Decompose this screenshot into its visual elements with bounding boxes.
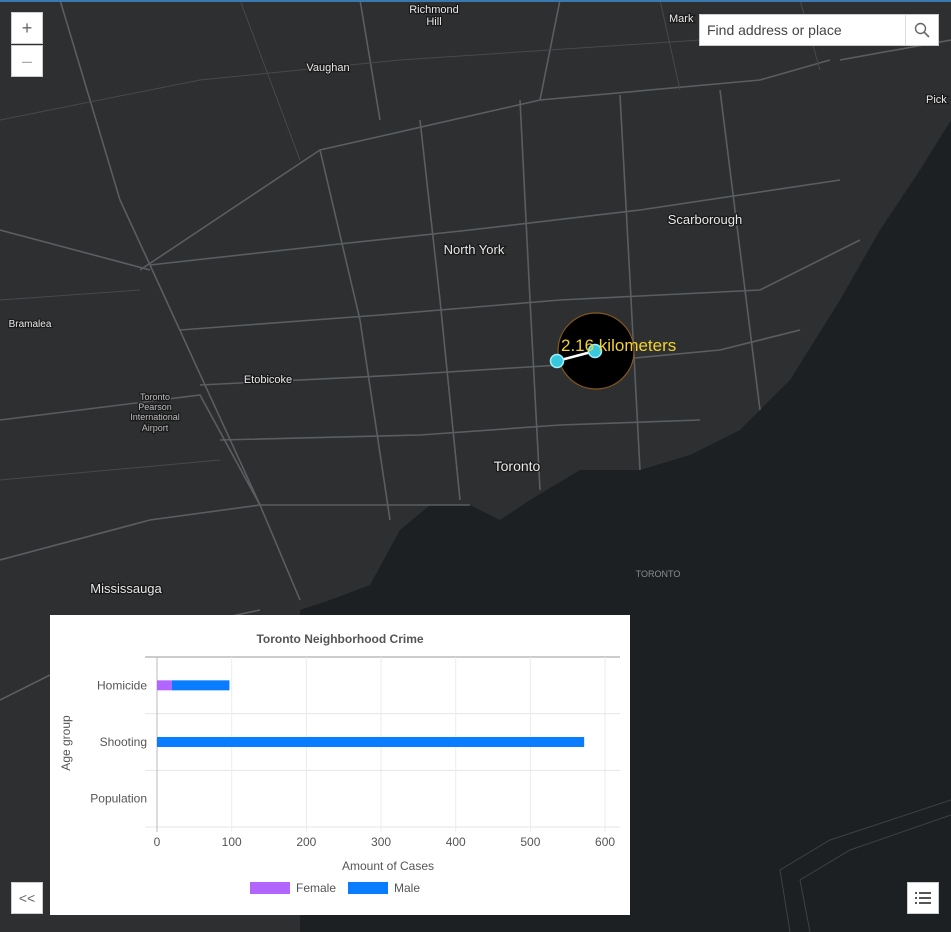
label-hill: Hill (426, 16, 441, 28)
x-tick-label: 400 (446, 835, 466, 849)
legend-label-male: Male (394, 881, 420, 895)
x-tick-label: 300 (371, 835, 391, 849)
label-etobicoke: Etobicoke (244, 374, 292, 386)
x-tick-label: 0 (154, 835, 161, 849)
map-app: { "search": { "placeholder": "Find addre… (0, 0, 951, 932)
chart-ticks: 0 100 200 300 400 500 600 (154, 835, 616, 849)
legend-label-female: Female (296, 881, 336, 895)
label-toronto: Toronto (494, 458, 541, 474)
zoom-in-label: + (21, 17, 33, 38)
x-tick-label: 200 (296, 835, 316, 849)
label-airport-4: Airport (142, 423, 169, 433)
zoom-out-label: – (21, 50, 32, 71)
label-markham: Mark (669, 13, 694, 25)
bar-male-shooting (157, 737, 585, 747)
label-airport-3: International (130, 412, 180, 422)
measure-text: 2.16 kilometers (561, 336, 676, 355)
chart-title: Toronto Neighborhood Crime (256, 632, 423, 646)
label-pickering: Pick (926, 94, 947, 106)
category-label: Shooting (100, 735, 147, 749)
category-label: Homicide (97, 678, 147, 692)
x-tick-label: 500 (520, 835, 540, 849)
search-box: Find address or place (699, 14, 939, 46)
x-tick-label: 600 (595, 835, 615, 849)
legend-swatch-female (250, 882, 290, 894)
chart-legend: Female Male (250, 881, 420, 895)
collapse-panel-button[interactable]: << (11, 882, 43, 914)
label-scarborough: Scarborough (668, 212, 742, 227)
label-toronto-water: TORONTO (636, 569, 681, 579)
chart-category-labels: Homicide Shooting Population (90, 678, 147, 805)
legend-swatch-male (348, 882, 388, 894)
search-input[interactable]: Find address or place (700, 15, 905, 45)
search-button[interactable] (905, 15, 938, 45)
label-richmond: Richmond (409, 4, 459, 16)
collapse-label: << (18, 890, 36, 906)
category-label: Population (90, 792, 147, 806)
search-icon (914, 22, 930, 38)
chart-xlabel: Amount of Cases (342, 859, 434, 873)
bar-female-homicide (157, 680, 172, 691)
label-airport-2: Pearson (138, 402, 172, 412)
crime-chart: Toronto Neighborhood Crime 0 100 200 300 400… (50, 615, 630, 915)
label-mississauga: Mississauga (90, 581, 162, 596)
label-north-york: North York (444, 242, 505, 257)
list-icon (915, 892, 931, 904)
legend-list-button[interactable] (907, 882, 939, 914)
label-bramalea: Bramalea (9, 319, 52, 330)
zoom-out-button[interactable]: – (11, 45, 43, 77)
label-vaughan: Vaughan (306, 62, 349, 74)
x-tick-label: 100 (222, 835, 242, 849)
measure-start-point[interactable] (549, 353, 565, 369)
zoom-in-button[interactable]: + (11, 12, 43, 44)
label-airport-1: Toronto (140, 392, 170, 402)
chart-ylabel: Age group (59, 715, 73, 771)
bar-male-homicide (171, 680, 230, 691)
